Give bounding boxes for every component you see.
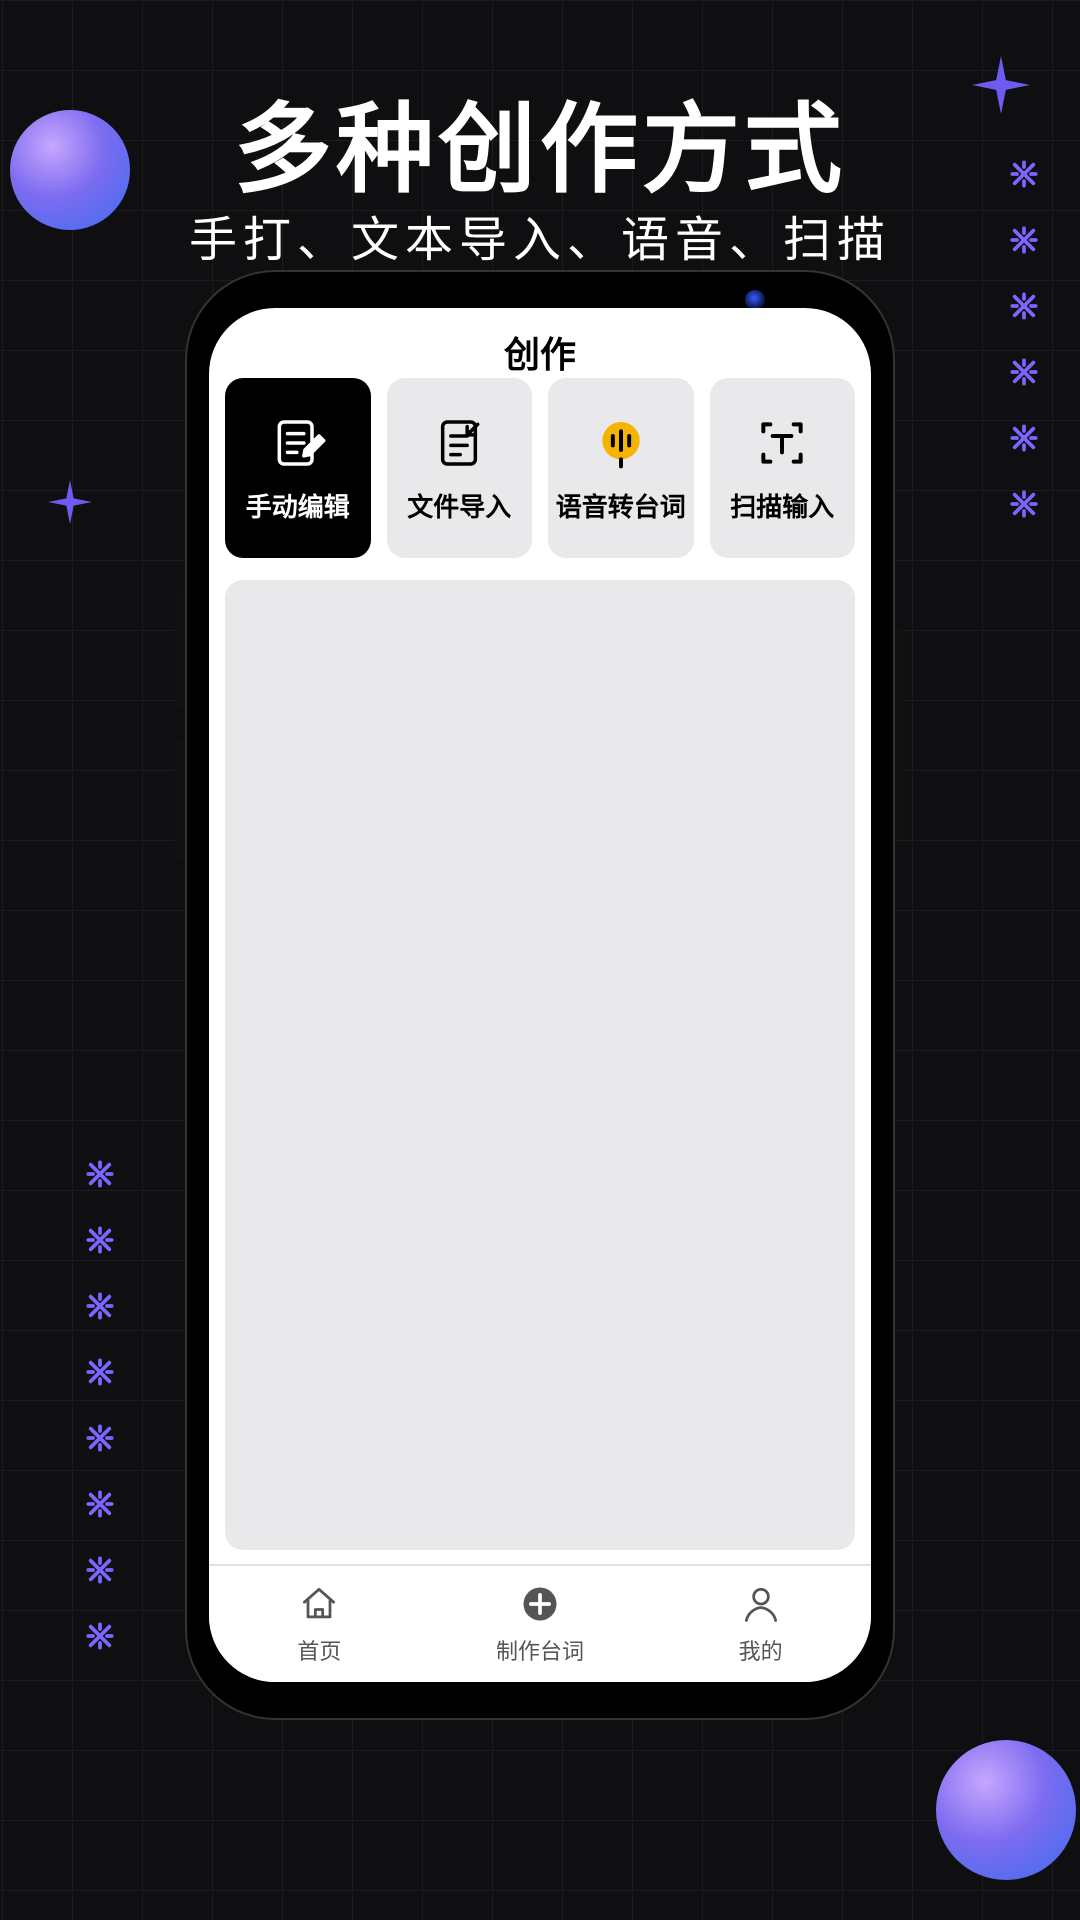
- orb-decoration: [10, 110, 130, 230]
- mode-label: 文件导入: [407, 487, 511, 524]
- sparkle-icon: [48, 480, 92, 524]
- mode-card-scan[interactable]: 扫描输入: [710, 378, 856, 558]
- phone-camera-dot: [745, 290, 765, 310]
- editor-canvas[interactable]: [225, 580, 855, 1550]
- phone-side-button: [895, 630, 905, 840]
- mode-label: 扫描输入: [730, 487, 834, 524]
- sparkle-icon: [972, 56, 1030, 114]
- phone-side-button: [175, 590, 185, 710]
- phone-side-button: [175, 740, 185, 860]
- mode-card-manual[interactable]: 手动编辑: [225, 378, 371, 558]
- orb-decoration: [936, 1740, 1076, 1880]
- nav-label: 我的: [739, 1634, 783, 1666]
- page-title: 创作: [209, 308, 871, 378]
- nav-home[interactable]: 首页: [209, 1566, 430, 1682]
- mode-card-voice[interactable]: 语音转台词: [548, 378, 694, 558]
- nav-create[interactable]: 制作台词: [430, 1566, 651, 1682]
- promo-headline: 多种创作方式: [0, 70, 1080, 212]
- nav-label: 制作台词: [496, 1634, 584, 1666]
- add-circle-icon: [518, 1582, 562, 1632]
- mode-card-file[interactable]: 文件导入: [387, 378, 533, 558]
- promo-subhead: 手打、文本导入、语音、扫描: [0, 200, 1080, 270]
- phone-mockup: 创作 手动编辑: [185, 270, 895, 1720]
- phone-screen: 创作 手动编辑: [209, 308, 871, 1682]
- x-glyph-column: [86, 1160, 114, 1650]
- edit-note-icon: [268, 413, 328, 473]
- creation-mode-row: 手动编辑 文件导入: [209, 378, 871, 558]
- nav-profile[interactable]: 我的: [650, 1566, 871, 1682]
- nav-label: 首页: [297, 1634, 341, 1666]
- bottom-navbar: 首页 制作台词: [209, 1564, 871, 1682]
- scan-text-icon: [752, 413, 812, 473]
- voice-icon: [591, 413, 651, 473]
- file-import-icon: [429, 413, 489, 473]
- x-glyph-column: [1010, 160, 1038, 518]
- mode-label: 语音转台词: [556, 487, 686, 524]
- home-icon: [297, 1582, 341, 1632]
- profile-icon: [739, 1582, 783, 1632]
- mode-label: 手动编辑: [246, 487, 350, 524]
